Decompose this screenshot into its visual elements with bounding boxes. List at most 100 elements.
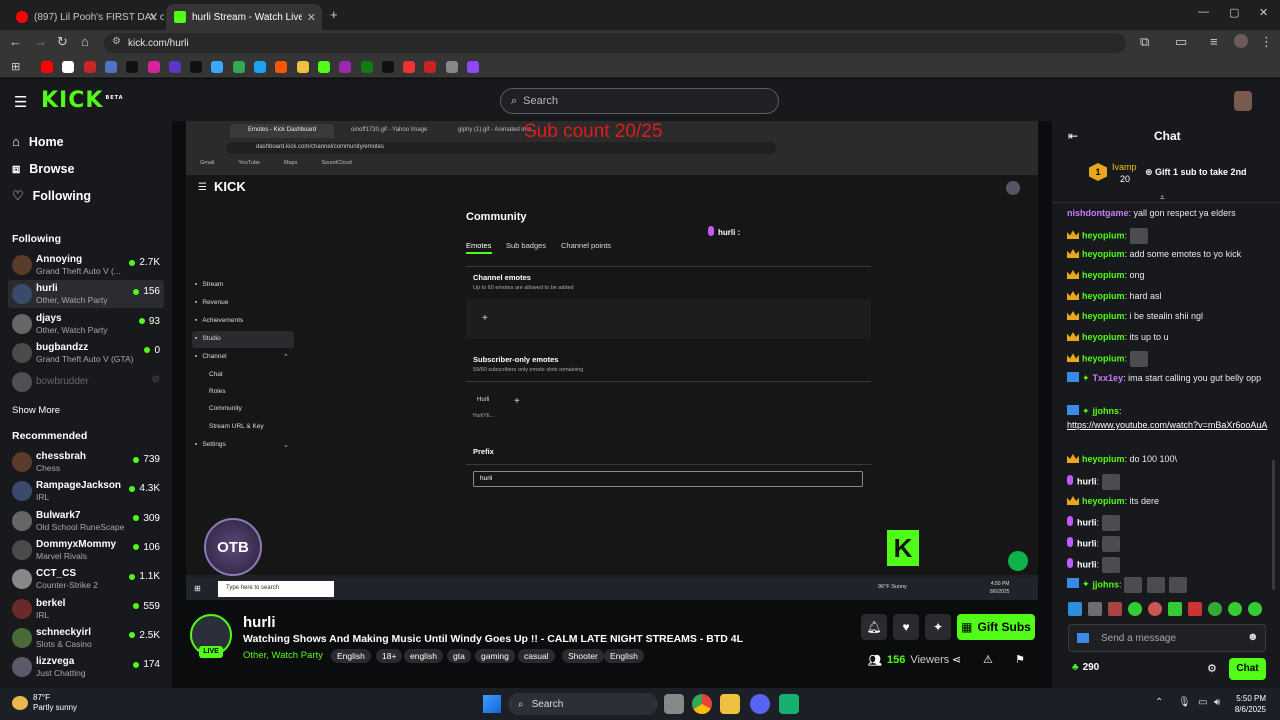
reload-icon[interactable]: ↻ — [57, 34, 68, 50]
network-icon[interactable]: ▭ — [1198, 697, 1207, 708]
recommended-channel-row[interactable]: schneckyirl Slots & Casino 2.5K — [8, 624, 164, 652]
tiktok-icon[interactable] — [126, 61, 139, 73]
app-icon[interactable] — [83, 61, 96, 73]
task-view-icon[interactable] — [664, 694, 684, 714]
chat-username[interactable]: heyopium — [1082, 332, 1125, 342]
stream-tag[interactable]: English — [331, 649, 371, 663]
app-icon[interactable] — [424, 61, 437, 73]
share-icon[interactable]: ⋖ — [952, 653, 961, 666]
drive-icon[interactable] — [232, 61, 245, 73]
close-tab-icon[interactable]: ✕ — [307, 11, 316, 24]
stream-tag[interactable]: Shooter — [562, 649, 604, 663]
app-icon[interactable] — [104, 61, 117, 73]
chat-username[interactable]: jjohns — [1093, 579, 1120, 589]
chat-settings-icon[interactable]: ⚙ — [1207, 662, 1217, 675]
gift-cta[interactable]: ⊛ Gift 1 sub to take 2nd — [1145, 167, 1247, 178]
minimize-icon[interactable]: — — [1198, 6, 1209, 18]
kick-icon[interactable] — [317, 61, 330, 73]
chat-scrollbar[interactable] — [1272, 460, 1275, 590]
forward-icon[interactable]: → — [34, 34, 47, 49]
stream-tag[interactable]: english — [404, 649, 443, 663]
stream-category-link[interactable]: Other, Watch Party — [243, 650, 323, 661]
chrome-icon[interactable] — [692, 694, 712, 714]
extensions-icon[interactable]: ⧉ — [1140, 34, 1149, 50]
app-icon[interactable] — [403, 61, 416, 73]
pinned-user[interactable]: Ivamp — [1112, 162, 1137, 172]
picsart-icon[interactable] — [339, 61, 352, 73]
following-channel-row[interactable]: bowbrudder ⊘ — [8, 368, 164, 396]
chat-username[interactable]: heyopium — [1082, 311, 1125, 321]
notification-bell-button[interactable]: 🔔︎ — [861, 614, 887, 640]
taskbar-search[interactable]: ⌕ Search — [508, 693, 658, 715]
recommended-channel-row[interactable]: RampageJackson IRL 4.3K — [8, 477, 164, 505]
chat-username[interactable]: heyopium — [1082, 249, 1125, 259]
chat-username[interactable]: hurli — [1077, 538, 1097, 548]
following-channel-row[interactable]: hurli Other, Watch Party 156 — [8, 280, 164, 309]
chat-send-button[interactable]: Chat — [1229, 658, 1266, 680]
recommended-channel-row[interactable]: lizzvega Just Chatting 174 — [8, 653, 164, 681]
reading-list-icon[interactable]: ≡ — [1210, 34, 1218, 49]
notion-icon[interactable] — [62, 61, 75, 73]
clip-button[interactable]: ✦ — [925, 614, 951, 640]
maximize-icon[interactable]: ▢ — [1229, 6, 1239, 19]
expand-pinned-icon[interactable]: ⩡ — [1160, 193, 1165, 203]
browser-tab-kick[interactable]: hurli Stream - Watch Live on ✕ — [166, 4, 322, 30]
url-bar[interactable]: ⚙ kick.com/hurli — [104, 33, 1126, 53]
chat-username[interactable]: hurli — [1077, 559, 1097, 569]
mod-tools-icon[interactable]: ⚑ — [1015, 653, 1025, 666]
sidebar-nav-browse[interactable]: ⧈ Browse — [12, 161, 74, 177]
instagram-icon[interactable] — [147, 61, 160, 73]
sidebar-nav-home[interactable]: ⌂ Home — [12, 134, 64, 149]
collapse-chat-icon[interactable]: ⇤ — [1068, 129, 1078, 143]
media-icon[interactable]: ▭ — [1175, 34, 1187, 50]
chat-message-input[interactable]: Send a message ☻ — [1068, 624, 1266, 652]
chat-username[interactable]: hurli — [1077, 517, 1097, 527]
report-icon[interactable]: ⚠ — [983, 653, 993, 666]
discord-icon[interactable] — [750, 694, 770, 714]
browser-tab-youtube[interactable]: (897) Lil Pooh's FIRST DAY on W ✕ — [8, 4, 164, 30]
emote-quick-bar[interactable] — [1068, 602, 1264, 618]
x-icon[interactable] — [381, 61, 394, 73]
chat-username[interactable]: nishdontgame — [1067, 208, 1129, 218]
close-tab-icon[interactable]: ✕ — [149, 11, 158, 24]
channel-points[interactable]: ♣ 290 — [1072, 662, 1099, 673]
menu-icon[interactable]: ⋮ — [1260, 34, 1273, 50]
chat-username[interactable]: heyopium — [1082, 230, 1125, 240]
taskbar-clock[interactable]: 5:50 PM 8/6/2025 — [1230, 693, 1266, 715]
profile-avatar[interactable] — [1234, 34, 1248, 48]
mic-icon[interactable]: 🎙︎ — [1178, 697, 1191, 708]
kick-logo[interactable]: KICK BETA — [41, 88, 124, 113]
video-player[interactable]: Emotes - Kick Dashboard oinoff1730.gif -… — [186, 121, 1038, 600]
recommended-channel-row[interactable]: chessbrah Chess 739 — [8, 448, 164, 476]
chat-link[interactable]: https://www.youtube.com/watch?v=mBaXr6oo… — [1067, 420, 1267, 430]
following-channel-row[interactable]: djays Other, Watch Party 93 — [8, 310, 164, 338]
close-window-icon[interactable]: ✕ — [1259, 6, 1268, 19]
stream-tag[interactable]: casual — [518, 649, 555, 663]
following-channel-row[interactable]: bugbandzz Grand Theft Auto V (GTA) 0 — [8, 339, 164, 367]
stream-tag[interactable]: gta — [447, 649, 471, 663]
twitch-icon[interactable] — [467, 61, 479, 73]
show-more-link[interactable]: Show More — [12, 405, 60, 416]
recommended-channel-row[interactable]: berkel IRL 559 — [8, 595, 164, 623]
streamer-name[interactable]: hurli — [243, 614, 276, 631]
recommended-channel-row[interactable]: CCT_CS Counter-Strike 2 1.1K — [8, 565, 164, 593]
app-icon[interactable] — [254, 61, 266, 73]
app-icon[interactable] — [296, 61, 309, 73]
hamburger-menu-icon[interactable]: ☰ — [14, 93, 27, 111]
gift-subs-button[interactable]: ▦ Gift Subs — [957, 614, 1035, 640]
new-tab-icon[interactable]: + — [330, 7, 338, 22]
search-input[interactable]: ⌕ Search — [500, 88, 779, 114]
back-icon[interactable]: ← — [9, 34, 22, 49]
youtube-icon[interactable] — [41, 61, 53, 73]
stream-tag[interactable]: 18+ — [376, 649, 403, 663]
chat-username[interactable]: heyopium — [1082, 270, 1125, 280]
tray-overflow-icon[interactable]: ⌃ — [1155, 697, 1163, 708]
xbox-icon[interactable] — [360, 61, 373, 73]
apps-grid-icon[interactable]: ⊞ — [11, 60, 20, 73]
chat-username[interactable]: heyopium — [1082, 454, 1125, 464]
chat-username[interactable]: Txx1ey — [1093, 373, 1124, 383]
file-explorer-icon[interactable] — [720, 694, 740, 714]
weather-widget[interactable]: 87°F Partly sunny — [33, 693, 77, 713]
site-info-icon[interactable]: ⚙ — [112, 36, 121, 47]
x-icon[interactable] — [190, 61, 203, 73]
